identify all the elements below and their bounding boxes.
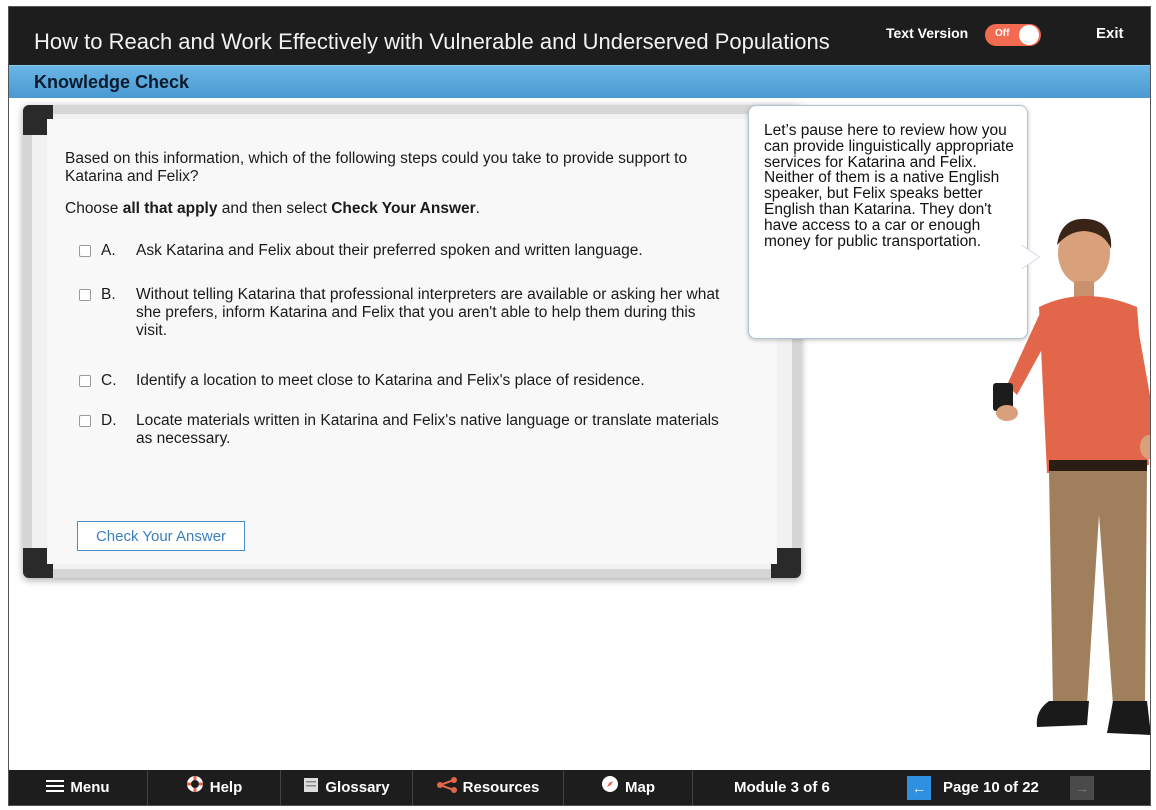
instruction-emphasis: all that apply — [122, 200, 218, 217]
map-label: Map — [625, 779, 655, 796]
course-player: How to Reach and Work Effectively with V… — [8, 6, 1151, 806]
text-version-toggle[interactable]: Off — [985, 24, 1041, 46]
book-icon — [303, 771, 319, 805]
speech-bubble-text: Let’s pause here to review how you can p… — [764, 122, 1014, 250]
toggle-state-label: Off — [995, 28, 1010, 39]
next-page-button[interactable]: → — [1070, 776, 1094, 800]
arrow-right-icon: → — [1075, 780, 1089, 796]
checkbox[interactable] — [79, 245, 91, 257]
option-text: Ask Katarina and Felix about their prefe… — [136, 242, 643, 259]
previous-page-button[interactable]: ← — [907, 776, 931, 800]
course-title: How to Reach and Work Effectively with V… — [34, 29, 830, 54]
instruction-text: . — [475, 200, 480, 217]
glossary-button[interactable]: Glossary — [281, 770, 413, 805]
compass-icon — [601, 771, 619, 805]
checkbox[interactable] — [79, 289, 91, 301]
help-button[interactable]: Help — [148, 770, 281, 805]
title-bar: How to Reach and Work Effectively with V… — [9, 7, 1150, 65]
menu-button[interactable]: Menu — [9, 770, 148, 805]
toggle-knob — [1019, 25, 1039, 45]
checkbox[interactable] — [79, 375, 91, 387]
glossary-label: Glossary — [325, 779, 390, 796]
instruction-text: Choose — [65, 200, 123, 217]
section-bar: Knowledge Check — [9, 65, 1150, 98]
menu-label: Menu — [70, 779, 110, 796]
text-version-label: Text Version — [886, 25, 969, 41]
arrow-left-icon: ← — [912, 780, 926, 796]
question-prompt: Based on this information, which of the … — [65, 150, 688, 185]
hamburger-icon — [46, 771, 65, 805]
option-text: Locate materials written in Katarina and… — [136, 412, 719, 447]
module-indicator: Module 3 of 6 — [734, 779, 830, 796]
resources-button[interactable]: Resources — [413, 770, 564, 805]
option-text: Identify a location to meet close to Kat… — [136, 372, 645, 389]
section-title: Knowledge Check — [34, 72, 190, 92]
option-letter: D. — [101, 412, 117, 429]
map-button[interactable]: Map — [564, 770, 693, 805]
page-indicator: Page 10 of 22 — [943, 779, 1039, 796]
lifebuoy-icon — [186, 771, 204, 805]
share-icon — [436, 771, 457, 805]
checkbox[interactable] — [79, 415, 91, 427]
resources-label: Resources — [462, 779, 540, 796]
check-answer-button[interactable]: Check Your Answer — [77, 521, 245, 551]
presenter-figure — [993, 218, 1150, 735]
instruction-text: and then select — [217, 200, 332, 217]
question-instruction: Choose all that apply and then select Ch… — [65, 200, 480, 218]
option-letter: A. — [101, 242, 116, 259]
option-letter: C. — [101, 372, 117, 389]
option-text: Without telling Katarina that profession… — [136, 286, 720, 339]
exit-button[interactable]: Exit — [1096, 25, 1124, 42]
instruction-emphasis: Check Your Answer — [331, 200, 476, 217]
option-letter: B. — [101, 286, 116, 303]
footer-bar: Menu Help Glossary Resources Map Module … — [9, 770, 1150, 805]
help-label: Help — [209, 779, 243, 796]
